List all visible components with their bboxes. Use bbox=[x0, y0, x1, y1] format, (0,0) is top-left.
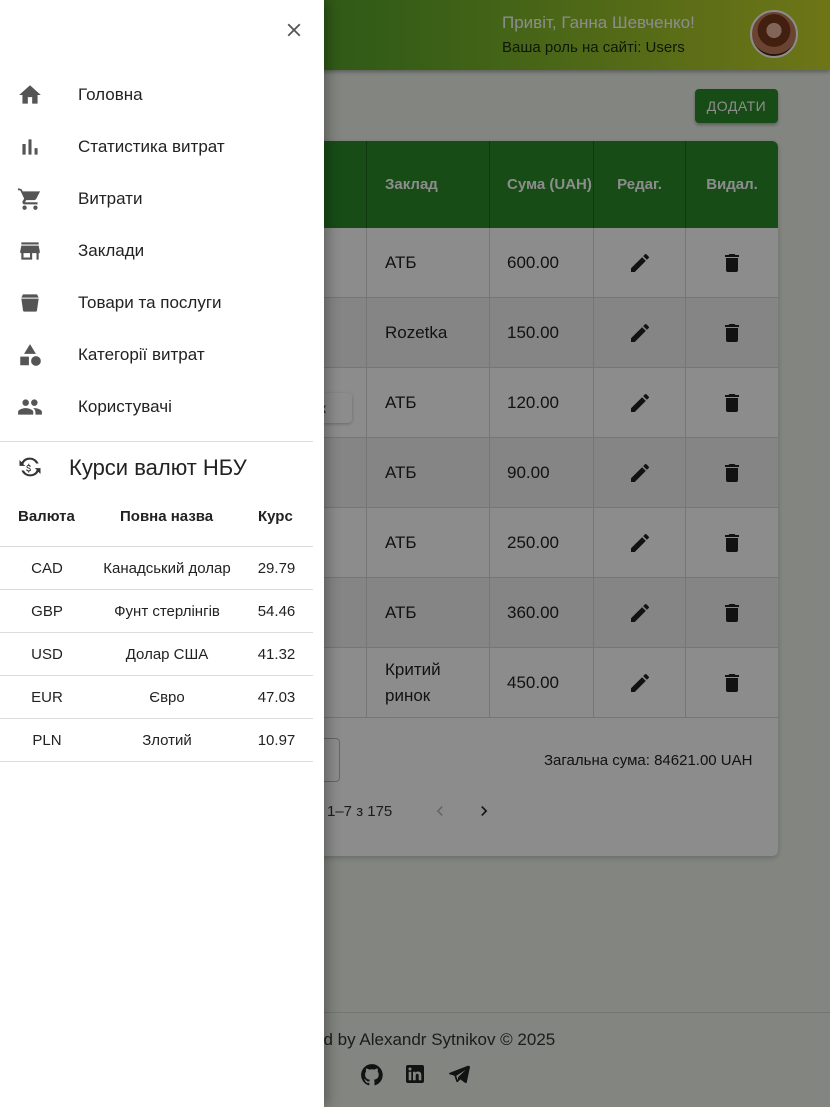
currency-name: Злотий bbox=[142, 732, 192, 749]
currency-rate: 29.79 bbox=[257, 560, 296, 577]
currency-code: GBP bbox=[31, 603, 63, 620]
rate-row: EUR Євро 47.03 bbox=[0, 676, 313, 719]
nav-item[interactable]: Категорії витрат bbox=[0, 329, 313, 381]
currency-code: USD bbox=[31, 646, 63, 663]
category-icon bbox=[17, 342, 43, 368]
currency-rate: 54.46 bbox=[257, 603, 296, 620]
nav-item[interactable]: Товари та послуги bbox=[0, 277, 313, 329]
nav-item[interactable]: Статистика витрат bbox=[0, 121, 313, 173]
currency-exchange-icon bbox=[16, 453, 44, 481]
currency-name: Євро bbox=[149, 689, 185, 706]
close-button[interactable] bbox=[281, 17, 307, 43]
currency-name: Долар США bbox=[125, 646, 209, 663]
currency-name: Канадський долар bbox=[103, 560, 231, 577]
currency-rate: 10.97 bbox=[257, 732, 296, 749]
currency-code: PLN bbox=[32, 732, 62, 749]
currency-rate: 41.32 bbox=[257, 646, 296, 663]
navigation-drawer: Головна Статистика витрат Витрати Заклади То… bbox=[0, 0, 324, 1107]
currency-code: EUR bbox=[31, 689, 63, 706]
nav-item-label: Витрати bbox=[78, 189, 143, 208]
rates-title: Курси валют НБУ bbox=[69, 455, 247, 480]
currency-name: Фунт стерлінгів bbox=[114, 603, 220, 620]
rates-header-code: Валюта bbox=[18, 508, 75, 525]
basket-icon bbox=[17, 290, 43, 316]
home-icon bbox=[17, 82, 43, 108]
nav-item-label: Користувачі bbox=[78, 397, 172, 416]
cart-icon bbox=[17, 186, 43, 212]
nav-item-label: Категорії витрат bbox=[78, 345, 205, 364]
people-icon bbox=[17, 394, 43, 420]
nav-item[interactable]: Заклади bbox=[0, 225, 313, 277]
nav-item[interactable]: Витрати bbox=[0, 173, 313, 225]
close-icon bbox=[287, 23, 301, 37]
store-icon bbox=[17, 238, 43, 264]
nav-item-label: Товари та послуги bbox=[78, 293, 222, 312]
nav-item-label: Заклади bbox=[78, 241, 145, 260]
rate-row: GBP Фунт стерлінгів 54.46 bbox=[0, 590, 313, 633]
rates-header-rate: Курс bbox=[258, 508, 293, 525]
drawer-divider bbox=[0, 441, 313, 442]
rate-row: USD Долар США 41.32 bbox=[0, 633, 313, 676]
nav-item[interactable]: Головна bbox=[0, 69, 313, 121]
rates-table-header: Валюта Повна назва Курс bbox=[0, 493, 313, 547]
nav-item[interactable]: Користувачі bbox=[0, 381, 313, 433]
currency-rate: 47.03 bbox=[257, 689, 296, 706]
rate-row: CAD Канадський долар 29.79 bbox=[0, 547, 313, 590]
currency-code: CAD bbox=[31, 560, 63, 577]
rates-header-name: Повна назва bbox=[120, 508, 214, 525]
nav-item-label: Головна bbox=[78, 85, 143, 104]
bar-chart-icon bbox=[17, 134, 43, 160]
nav-item-label: Статистика витрат bbox=[78, 137, 225, 156]
rate-row: PLN Злотий 10.97 bbox=[0, 719, 313, 762]
